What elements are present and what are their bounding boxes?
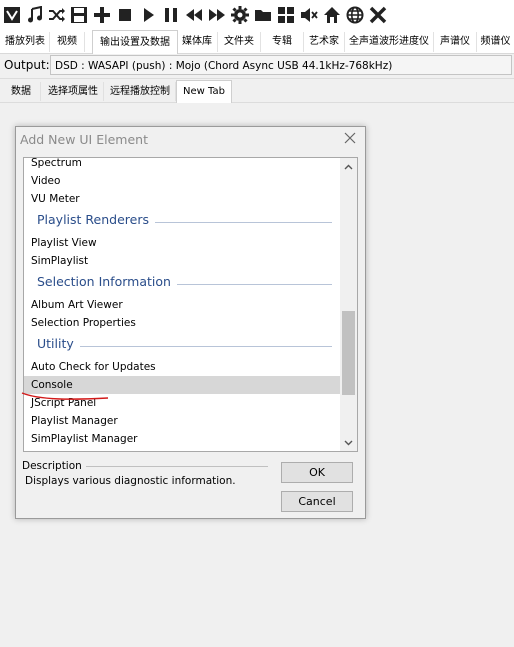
- scroll-down-icon[interactable]: [340, 434, 357, 451]
- list-item[interactable]: Selection Properties: [24, 314, 342, 332]
- group-header: Utility: [24, 335, 342, 355]
- group-header: Selection Information: [24, 273, 342, 293]
- pause-icon[interactable]: [160, 4, 182, 26]
- output-bar: Output: DSD : WASAPI (push) : Mojo (Chor…: [0, 54, 514, 79]
- group-label: Selection Information: [37, 274, 177, 289]
- description-label: Description: [22, 460, 86, 472]
- ok-button[interactable]: OK: [281, 462, 353, 483]
- scroll-up-icon[interactable]: [340, 158, 357, 175]
- tab-spectrogram[interactable]: 声谱仪: [434, 32, 477, 52]
- group-label: Utility: [37, 336, 80, 351]
- list-item[interactable]: SimPlaylist Manager: [24, 430, 342, 448]
- next-icon[interactable]: [206, 4, 228, 26]
- sub-tab-bar: 数据 选择项属性 远程播放控制 New Tab: [0, 80, 514, 103]
- dialog-close-icon[interactable]: [343, 131, 357, 145]
- tab-albums[interactable]: 专辑: [261, 32, 304, 52]
- settings-icon[interactable]: [229, 4, 251, 26]
- play-icon[interactable]: [137, 4, 159, 26]
- list-item[interactable]: Album Art Viewer: [24, 296, 342, 314]
- group-header: Playlist Renderers: [24, 211, 342, 231]
- list-item[interactable]: Auto Check for Updates: [24, 358, 342, 376]
- globe-icon[interactable]: [344, 4, 366, 26]
- tab-remote-playback-control[interactable]: 远程播放控制: [105, 82, 176, 101]
- group-divider: [37, 346, 332, 347]
- dialog-title: Add New UI Element: [20, 132, 148, 147]
- stop-icon[interactable]: [114, 4, 136, 26]
- group-label: Playlist Renderers: [37, 212, 155, 227]
- output-label: Output:: [4, 58, 50, 72]
- list-item[interactable]: Video: [24, 172, 342, 190]
- output-device-select[interactable]: DSD : WASAPI (push) : Mojo (Chord Async …: [50, 55, 512, 75]
- tab-video[interactable]: 视频: [50, 32, 85, 52]
- music-note-icon[interactable]: [24, 4, 46, 26]
- top-tab-bar: 播放列表 视频 输出设置及数据 媒体库 文件夹 专辑 艺术家 全声道波形进度仪 …: [0, 30, 514, 54]
- tab-playlist[interactable]: 播放列表: [1, 32, 50, 52]
- scrollbar-thumb[interactable]: [342, 311, 355, 395]
- previous-icon[interactable]: [183, 4, 205, 26]
- close-icon[interactable]: [367, 4, 389, 26]
- list-scrollbar[interactable]: [340, 158, 357, 451]
- add-icon[interactable]: [91, 4, 113, 26]
- folder-icon[interactable]: [252, 4, 274, 26]
- app-logo-icon[interactable]: [1, 4, 23, 26]
- add-ui-element-dialog: Add New UI Element Spectrum Video VU Met…: [15, 126, 366, 519]
- description-divider: [76, 466, 268, 467]
- tab-selection-properties[interactable]: 选择项属性: [43, 82, 104, 101]
- tab-folders[interactable]: 文件夹: [218, 32, 261, 52]
- list-item[interactable]: SimPlaylist: [24, 252, 342, 270]
- tab-new-tab[interactable]: New Tab: [176, 80, 232, 103]
- save-icon[interactable]: [68, 4, 90, 26]
- list-item[interactable]: Playlist Manager: [24, 412, 342, 430]
- ui-element-list[interactable]: Spectrum Video VU Meter Playlist Rendere…: [23, 157, 358, 452]
- tab-media-library[interactable]: 媒体库: [177, 32, 218, 52]
- list-item[interactable]: VU Meter: [24, 190, 342, 208]
- tab-artists[interactable]: 艺术家: [304, 32, 345, 52]
- tab-spectrum[interactable]: 频谱仪: [477, 32, 514, 52]
- red-underline-annotation: [21, 392, 109, 400]
- description-text: Displays various diagnostic information.: [25, 475, 236, 487]
- list-item[interactable]: Spectrum: [24, 158, 342, 172]
- tab-waveform-seekbar[interactable]: 全声道波形进度仪: [345, 32, 434, 52]
- tab-output-settings[interactable]: 输出设置及数据: [92, 30, 178, 54]
- cancel-button[interactable]: Cancel: [281, 491, 353, 512]
- mute-icon[interactable]: [298, 4, 320, 26]
- shuffle-icon[interactable]: [46, 4, 68, 26]
- home-icon[interactable]: [321, 4, 343, 26]
- list-item[interactable]: Playlist View: [24, 234, 342, 252]
- tab-data[interactable]: 数据: [2, 82, 41, 101]
- toolbar: [0, 0, 514, 32]
- grid-icon[interactable]: [275, 4, 297, 26]
